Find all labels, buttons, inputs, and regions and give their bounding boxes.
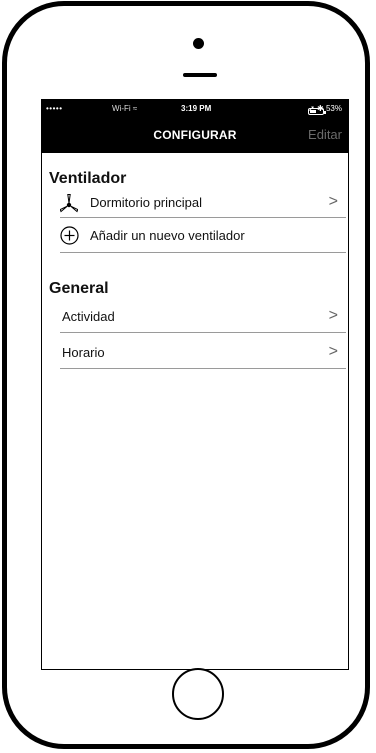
divider	[60, 252, 346, 253]
general-item-horario[interactable]: Horario >	[42, 341, 348, 365]
fan-item-label: Dormitorio principal	[90, 195, 202, 210]
section-title-ventilador: Ventilador	[49, 170, 127, 187]
divider	[60, 217, 346, 218]
wifi-indicator: Wi-Fi ≈	[112, 104, 138, 113]
page-title: CONFIGURAR	[153, 128, 237, 142]
chevron-right-icon: >	[328, 343, 338, 360]
camera-icon	[193, 38, 204, 49]
chevron-right-icon: >	[328, 307, 338, 324]
battery-icon	[308, 108, 327, 115]
general-item-actividad[interactable]: Actividad >	[42, 305, 348, 329]
signal-strength: •••••	[46, 104, 63, 113]
fan-item-dormitorio-principal[interactable]: Dormitorio principal >	[42, 191, 348, 215]
navigation-bar: CONFIGURAR Editar	[42, 117, 348, 153]
edit-button[interactable]: Editar	[308, 127, 342, 142]
general-item-label: Horario	[62, 345, 105, 360]
status-time: 3:19 PM	[181, 104, 212, 113]
section-title-general: General	[49, 280, 109, 297]
chevron-right-icon: >	[328, 193, 338, 210]
divider	[60, 332, 346, 333]
fan-icon	[60, 194, 78, 213]
add-fan-button[interactable]: Añadir un nuevo ventilador	[42, 224, 348, 248]
add-fan-label: Añadir un nuevo ventilador	[90, 228, 245, 243]
app-screen: ••••• Wi-Fi ≈ 3:19 PM ➚ ✱ 53% CONFIGURAR…	[41, 99, 349, 670]
battery-status: ➚ ✱ 53%	[308, 104, 342, 115]
status-bar: ••••• Wi-Fi ≈ 3:19 PM ➚ ✱ 53%	[42, 100, 348, 117]
divider	[60, 368, 346, 369]
add-circle-icon	[60, 226, 79, 245]
phone-frame: ••••• Wi-Fi ≈ 3:19 PM ➚ ✱ 53% CONFIGURAR…	[2, 1, 370, 749]
home-button[interactable]	[172, 668, 224, 720]
speaker-grille	[183, 73, 217, 77]
general-item-label: Actividad	[62, 309, 115, 324]
